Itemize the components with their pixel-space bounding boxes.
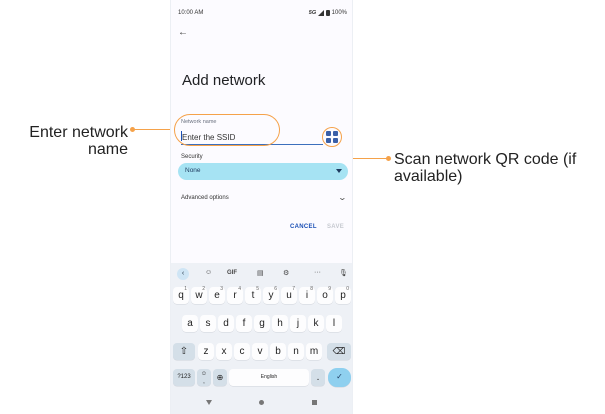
key-number-hint: 1	[184, 286, 187, 292]
key-x[interactable]: x	[216, 343, 232, 360]
key-z[interactable]: z	[198, 343, 214, 360]
nav-back-icon[interactable]	[206, 400, 212, 405]
key-m[interactable]: m	[306, 343, 322, 360]
ssid-highlight-ring	[174, 114, 280, 146]
security-value: None	[185, 167, 201, 174]
key-q[interactable]: q1	[173, 286, 189, 304]
callout-enter-network-name: Enter network name	[29, 124, 128, 158]
key-label: y	[268, 290, 274, 301]
nav-recents-icon[interactable]	[312, 400, 317, 405]
enter-key[interactable]: ✓	[328, 368, 351, 387]
period-key[interactable]: .	[311, 369, 325, 386]
key-f[interactable]: f	[236, 315, 252, 332]
battery-level: 100%	[331, 10, 347, 16]
back-arrow-icon[interactable]: ←	[178, 27, 188, 38]
key-s[interactable]: s	[200, 315, 216, 332]
key-number-hint: 4	[238, 286, 241, 292]
security-label: Security	[181, 154, 203, 160]
dropdown-caret-icon	[336, 169, 342, 173]
key-number-hint: 3	[220, 286, 223, 292]
symbols-key[interactable]: ?123	[173, 369, 195, 386]
page-title: Add network	[182, 72, 266, 89]
settings-gear-icon[interactable]: ⚙	[283, 269, 289, 277]
key-label: r	[233, 290, 237, 301]
key-y[interactable]: y6	[263, 286, 279, 304]
key-label: q	[178, 290, 184, 301]
key-label: t	[251, 290, 255, 301]
sticker-icon[interactable]: ☺	[205, 269, 212, 276]
qr-scan-icon[interactable]	[326, 131, 338, 143]
key-number-hint: 9	[328, 286, 331, 292]
key-number-hint: 5	[256, 286, 259, 292]
nav-home-icon[interactable]	[259, 400, 264, 405]
microphone-icon[interactable]: 🎙	[339, 269, 348, 277]
key-u[interactable]: u7	[281, 286, 297, 304]
chevron-down-icon[interactable]: ⌄	[338, 193, 347, 202]
key-d[interactable]: d	[218, 315, 234, 332]
key-label: p	[340, 290, 346, 301]
status-time: 10:00 AM	[178, 10, 204, 16]
globe-icon[interactable]: ⊕	[213, 369, 227, 386]
clipboard-icon[interactable]: ▤	[257, 269, 264, 277]
emoji-comma-key[interactable]: ☺,	[197, 369, 211, 386]
key-number-hint: 6	[274, 286, 277, 292]
key-a[interactable]: a	[182, 315, 198, 332]
security-dropdown[interactable]: None	[178, 163, 348, 180]
key-number-hint: 0	[346, 286, 349, 292]
key-e[interactable]: e3	[209, 286, 225, 304]
key-h[interactable]: h	[272, 315, 288, 332]
key-number-hint: 2	[202, 286, 205, 292]
key-n[interactable]: n	[288, 343, 304, 360]
key-t[interactable]: t5	[245, 286, 261, 304]
cancel-button[interactable]: CANCEL	[290, 224, 317, 230]
signal-icon	[318, 10, 325, 16]
emoji-icon: ☺	[200, 371, 208, 377]
space-key[interactable]: English	[229, 369, 309, 386]
key-v[interactable]: v	[252, 343, 268, 360]
phone-screen: 10:00 AM 5G 100% ← Add network Network n…	[170, 0, 353, 414]
key-label: e	[214, 290, 220, 301]
key-label: u	[286, 290, 292, 301]
keyboard-toolbar: ‹ ☺ GIF ▤ ⚙ ··· 🎙	[171, 266, 352, 282]
key-number-hint: 7	[292, 286, 295, 292]
key-label: i	[305, 290, 309, 301]
key-g[interactable]: g	[254, 315, 270, 332]
key-j[interactable]: j	[290, 315, 306, 332]
more-options-icon[interactable]: ···	[314, 269, 321, 276]
backspace-key[interactable]: ⌫	[327, 343, 351, 360]
advanced-options[interactable]: Advanced options	[181, 195, 229, 201]
callout-right-dot	[386, 156, 391, 161]
save-button[interactable]: SAVE	[327, 224, 344, 230]
key-k[interactable]: k	[308, 315, 324, 332]
key-i[interactable]: i8	[299, 286, 315, 304]
key-label: o	[322, 290, 328, 301]
callout-scan-qr: Scan network QR code (if available)	[394, 151, 577, 185]
key-o[interactable]: o9	[317, 286, 333, 304]
shift-key[interactable]: ⇧	[173, 343, 195, 360]
status-icons: 5G 100%	[309, 10, 347, 16]
keyboard: ‹ ☺ GIF ▤ ⚙ ··· 🎙 q1 w2 e3 r4 t5 y6 u7 i…	[171, 263, 352, 396]
key-number-hint: 8	[310, 286, 313, 292]
key-w[interactable]: w2	[191, 286, 207, 304]
battery-icon	[326, 10, 330, 16]
network-type-label: 5G	[308, 10, 317, 16]
callout-left-line	[133, 129, 174, 130]
comma-label: ,	[203, 379, 205, 385]
collapse-toolbar-icon[interactable]: ‹	[177, 268, 189, 280]
callout-left-dot	[130, 127, 135, 132]
key-l[interactable]: l	[326, 315, 342, 332]
key-r[interactable]: r4	[227, 286, 243, 304]
system-nav-bar	[171, 396, 352, 414]
key-p[interactable]: p0	[335, 286, 351, 304]
key-b[interactable]: b	[270, 343, 286, 360]
gif-button[interactable]: GIF	[227, 270, 237, 276]
key-c[interactable]: c	[234, 343, 250, 360]
status-bar: 10:00 AM 5G 100%	[171, 9, 352, 19]
